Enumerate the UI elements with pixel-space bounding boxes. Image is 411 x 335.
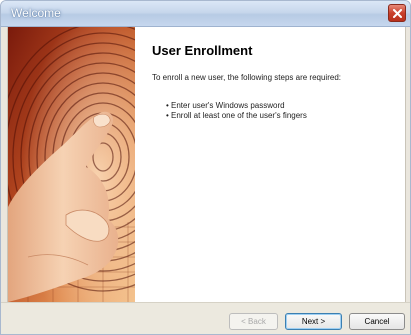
page-title: User Enrollment <box>152 43 253 58</box>
next-button[interactable]: Next > <box>285 313 342 330</box>
step-text: Enroll at least one of the user's finger… <box>171 111 307 120</box>
close-icon <box>392 8 402 18</box>
welcome-window: Welcome User Enrollment To enroll a new … <box>0 0 411 335</box>
button-bar: < Back Next > Cancel <box>1 302 410 334</box>
wizard-content: User Enrollment To enroll a new user, th… <box>7 27 406 302</box>
requirements-list: • Enter user's Windows password • Enroll a… <box>166 101 307 121</box>
back-button[interactable]: < Back <box>229 313 278 330</box>
window-title: Welcome <box>11 6 61 20</box>
list-item: • Enroll at least one of the user's finge… <box>166 111 307 121</box>
intro-text: To enroll a new user, the following step… <box>152 73 341 82</box>
list-item: • Enter user's Windows password <box>166 101 307 111</box>
fingerprint-hand-illustration <box>8 27 135 302</box>
cancel-button[interactable]: Cancel <box>349 313 405 330</box>
step-text: Enter user's Windows password <box>171 101 285 110</box>
close-button[interactable] <box>388 4 406 22</box>
title-bar[interactable]: Welcome <box>1 1 410 27</box>
